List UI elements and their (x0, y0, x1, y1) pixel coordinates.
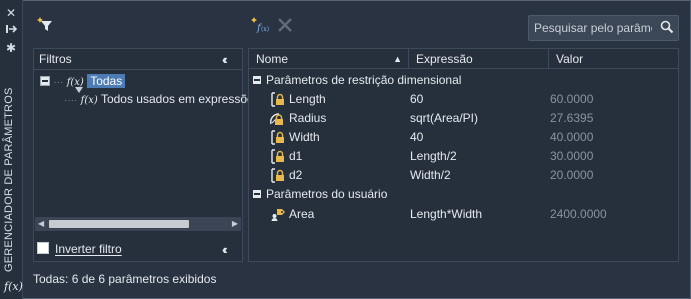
new-user-parameter-icon[interactable]: f (x) (251, 16, 269, 34)
horizontal-scrollbar[interactable]: ◀ ▶ (35, 217, 241, 231)
parameter-value: 2400.0000 (550, 207, 607, 221)
parameter-name: Radius (289, 111, 327, 125)
table-row[interactable]: Radius sqrt(Area/PI) 27.6395 (249, 109, 678, 128)
column-label: Expressão (416, 52, 473, 66)
collapse-panel-icon[interactable]: ‹‹ (222, 242, 227, 257)
svg-text:(x): (x) (261, 26, 269, 33)
parameter-expression[interactable]: sqrt(Area/PI) (410, 109, 478, 128)
group-title: Parâmetros de restrição dimensional (266, 73, 462, 87)
tree-item-label: Todos usados em expressõe (100, 92, 254, 106)
panel-title: GERENCIADOR DE PARÂMETROS (3, 87, 15, 273)
delete-icon[interactable] (276, 16, 294, 34)
parameter-expression[interactable]: 40 (410, 128, 423, 147)
filter-funnel-icon (75, 87, 83, 93)
parameters-grid: Nome ▲ Expressão Valor Parâmetros de res… (248, 48, 679, 262)
parameter-name: d1 (289, 149, 303, 163)
scroll-right-icon[interactable]: ▶ (232, 219, 238, 228)
parameter-name: d2 (289, 168, 303, 182)
invert-filter-checkbox[interactable]: Inverter filtro (37, 241, 122, 257)
table-row[interactable]: d1 Length/2 30.0000 (249, 147, 678, 166)
table-row[interactable]: Area Length*Width 2400.0000 (249, 205, 678, 224)
invert-filter-label: Inverter filtro (55, 242, 122, 256)
filters-header: Filtros ‹‹ (34, 49, 242, 70)
search-icon[interactable] (660, 20, 674, 34)
parameter-value: 27.6395 (550, 111, 594, 125)
parameter-value: 20.0000 (550, 168, 594, 182)
fx-icon: f(x) (80, 95, 98, 106)
radial-lock-icon (270, 113, 283, 125)
tree-item-label: Todas (87, 74, 126, 88)
collapse-node-icon[interactable] (40, 76, 50, 86)
table-row[interactable]: Length 60 60.0000 (249, 90, 678, 109)
new-filter-icon[interactable] (36, 16, 54, 34)
parameter-value: 40.0000 (550, 130, 594, 144)
parameter-name: Length (289, 92, 326, 106)
search-input[interactable] (534, 19, 652, 36)
column-header-value[interactable]: Valor (549, 49, 678, 69)
parameter-name: Width (289, 130, 320, 144)
group-row[interactable]: Parâmetros de restrição dimensional (249, 71, 678, 90)
sort-asc-icon: ▲ (393, 54, 402, 64)
linear-lock-icon (271, 130, 284, 145)
table-row[interactable]: Width 40 40.0000 (249, 128, 678, 147)
side-strip: ✕ ✱ GERENCIADOR DE PARÂMETROS f(x) (0, 0, 23, 299)
collapse-filters-icon[interactable]: ‹‹ (222, 52, 227, 67)
scrollbar-thumb[interactable] (49, 220, 189, 228)
parameter-value: 60.0000 (550, 92, 594, 106)
close-icon[interactable]: ✕ (4, 6, 18, 20)
parameter-expression[interactable]: Length*Width (410, 205, 482, 224)
status-text: Todas: 6 de 6 parâmetros exibidos (33, 272, 217, 286)
checkbox[interactable] (37, 242, 49, 254)
parameter-expression[interactable]: Length/2 (410, 147, 457, 166)
parameter-value: 30.0000 (550, 149, 594, 163)
column-label: Valor (556, 52, 584, 66)
gear-icon[interactable]: ✱ (4, 41, 18, 55)
column-header-expression[interactable]: Expressão (409, 49, 549, 69)
search-box[interactable] (528, 15, 679, 41)
parameter-name: Area (289, 207, 315, 221)
table-row[interactable]: d2 Width/2 20.0000 (249, 166, 678, 185)
collapse-group-icon[interactable] (253, 76, 261, 84)
group-title: Parâmetros do usuário (266, 187, 388, 201)
autohide-icon[interactable] (4, 23, 18, 37)
column-header-name[interactable]: Nome ▲ (249, 49, 409, 69)
linear-lock-icon (271, 149, 284, 164)
linear-lock-icon (271, 168, 284, 183)
filters-title: Filtros (39, 52, 72, 66)
linear-lock-icon (271, 92, 284, 107)
parameter-expression[interactable]: 60 (410, 90, 423, 109)
collapse-group-icon[interactable] (253, 190, 261, 198)
filters-panel: Filtros ‹‹ ··· f(x) Todas ···· f(x) Todo… (33, 48, 254, 262)
fx-icon: f(x) (4, 280, 23, 293)
parameter-expression[interactable]: Width/2 (410, 166, 451, 185)
user-parameter-icon (271, 209, 285, 221)
tree-item-used[interactable]: ···· f(x) Todos usados em expressõe (64, 91, 254, 107)
scroll-left-icon[interactable]: ◀ (38, 219, 44, 228)
column-label: Nome (256, 52, 289, 66)
group-row[interactable]: Parâmetros do usuário (249, 185, 678, 204)
